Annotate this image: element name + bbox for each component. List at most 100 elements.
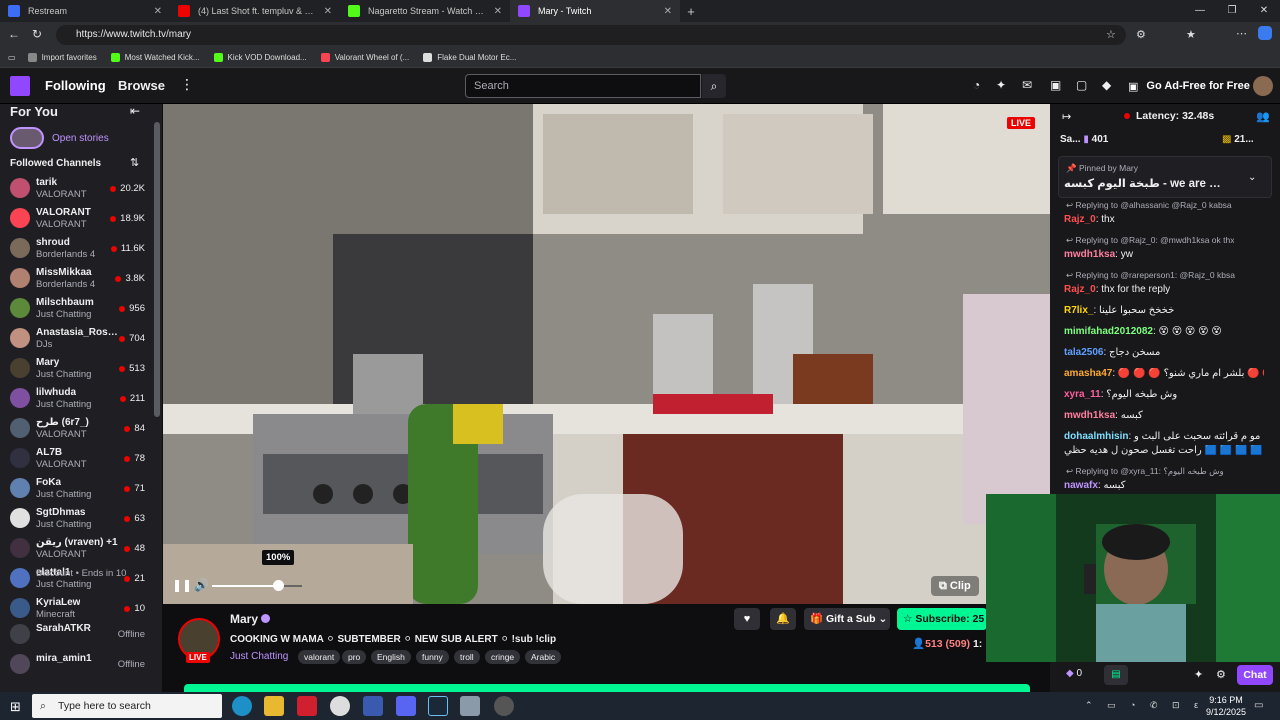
notifications-icon[interactable]: ◆ xyxy=(1102,78,1111,92)
chat-message[interactable]: dohaalmhisin: مو م قرائته سحبت على البث … xyxy=(1064,431,1260,442)
nav-browse[interactable]: Browse xyxy=(118,78,165,93)
tab-restream[interactable]: Restream ✕ xyxy=(0,0,170,22)
chat-username[interactable]: R7lix_ xyxy=(1064,305,1093,316)
chat-username[interactable]: amasha47 xyxy=(1064,368,1112,379)
bookmark-valorant-wheel[interactable]: Valorant Wheel of (... xyxy=(320,53,409,62)
app-red-icon[interactable] xyxy=(297,696,317,716)
chat-username[interactable]: Rajz_0 xyxy=(1064,214,1096,225)
sidebar-channel-item[interactable]: SgtDhmas Just Chatting 63 xyxy=(0,504,152,534)
sidebar-channel-item[interactable]: mira_amin1 Offline xyxy=(0,650,152,680)
chat-username[interactable]: mwdh1ksa xyxy=(1064,410,1115,421)
collapse-chat-icon[interactable]: ↦ xyxy=(1062,110,1071,123)
tag-troll[interactable]: troll xyxy=(454,650,480,664)
chrome-icon[interactable] xyxy=(330,696,350,716)
stream-category[interactable]: Just Chatting xyxy=(230,651,288,662)
chat-message[interactable]: tala2506: مسخن دجاج xyxy=(1064,347,1160,358)
chat-username[interactable]: mwdh1ksa xyxy=(1064,249,1115,260)
sidebar-channel-item[interactable]: ريقن (vraven) +1 VALORANT 48 xyxy=(0,534,152,564)
bits-icon[interactable]: ✦ xyxy=(996,78,1006,92)
chat-username[interactable]: mimifahad2012082 xyxy=(1064,326,1153,337)
sidebar-channel-item[interactable]: Mary Just Chatting 513 xyxy=(0,354,152,384)
bell-icon[interactable]: 🔔 xyxy=(770,608,796,630)
new-tab-button[interactable]: + xyxy=(680,0,702,22)
settings-icon[interactable] xyxy=(494,696,514,716)
extensions-icon[interactable]: ⚙ xyxy=(1136,28,1146,41)
twitch-logo-icon[interactable] xyxy=(10,76,30,96)
chat-username[interactable]: nawafx xyxy=(1064,480,1098,491)
sidebar-scrollbar[interactable] xyxy=(154,122,160,417)
favorites-icon[interactable]: ★ xyxy=(1186,28,1196,41)
bookmark-kick-vod[interactable]: Kick VOD Download... xyxy=(213,53,307,62)
tag-funny[interactable]: funny xyxy=(416,650,449,664)
chat-username[interactable]: dohaalmhisin xyxy=(1064,431,1128,442)
sidebar-channel-item[interactable]: AL7B VALORANT 78 xyxy=(0,444,152,474)
sidebar-channel-item[interactable]: Anastasia_Rose... DJs 704 xyxy=(0,324,152,354)
community-icon[interactable]: 👥 xyxy=(1256,110,1270,123)
chat-username[interactable]: Rajz_0 xyxy=(1064,284,1096,295)
bits-icon[interactable]: ✦ xyxy=(1194,668,1203,681)
edge-icon[interactable] xyxy=(232,696,252,716)
avatar[interactable] xyxy=(1253,76,1273,96)
close-window-icon[interactable]: ✕ xyxy=(1248,0,1280,22)
tab-youtube[interactable]: (4) Last Shot ft. templuv & 347aid✕ xyxy=(170,0,340,22)
reload-icon[interactable]: ↻ xyxy=(32,27,42,41)
close-icon[interactable]: ✕ xyxy=(324,6,332,17)
chat-message[interactable]: R7lix_: خخخخ سحبوا علينا xyxy=(1064,305,1174,316)
sidebar-channel-item[interactable]: tarik VALORANT 20.2K xyxy=(0,174,152,204)
minimize-icon[interactable]: — xyxy=(1184,0,1216,22)
tag-pro[interactable]: pro xyxy=(342,650,367,664)
close-icon[interactable]: ✕ xyxy=(664,6,672,17)
sidebar-channel-item[interactable]: VALORANT VALORANT 18.9K xyxy=(0,204,152,234)
bookmark-import[interactable]: Import favorites xyxy=(27,53,97,62)
close-icon[interactable]: ✕ xyxy=(154,6,162,17)
sidebar-channel-item[interactable]: lilwhuda Just Chatting 211 xyxy=(0,384,152,414)
taskbar-search-input[interactable]: ⌕ Type here to search xyxy=(32,694,222,718)
copilot-icon[interactable] xyxy=(1258,26,1272,40)
streamer-name[interactable]: Mary xyxy=(230,612,258,626)
app-gray-icon[interactable] xyxy=(460,696,480,716)
tag-english[interactable]: English xyxy=(371,650,411,664)
chat-message[interactable]: amasha47: 🔴 🔴 🔴 بلشر ام ماري شنو؟ 🔴 🔴 🔴 xyxy=(1064,368,1264,379)
windows-start-icon[interactable]: ⊞ xyxy=(10,699,21,715)
steam-icon[interactable] xyxy=(428,696,448,716)
prime-icon[interactable]: ▣ xyxy=(1050,78,1061,92)
tag-valorant[interactable]: valorant xyxy=(298,650,341,664)
tab-twitch[interactable]: Mary - Twitch ✕ xyxy=(510,0,680,22)
inbox-icon[interactable]: ✉ xyxy=(1022,78,1032,92)
sidebar-channel-item[interactable]: طرح (6r7_) VALORANT 84 xyxy=(0,414,152,444)
tag-arabic[interactable]: Arabic xyxy=(525,650,562,664)
bookmark-most-watched[interactable]: Most Watched Kick... xyxy=(110,53,200,62)
chat-send-button[interactable]: Chat xyxy=(1237,665,1273,685)
tag-cringe[interactable]: cringe xyxy=(485,650,521,664)
volume-icon[interactable]: 🔊 xyxy=(194,578,209,592)
open-stories[interactable]: Open stories xyxy=(10,126,150,150)
chat-message[interactable]: nawafx: كبسه xyxy=(1064,480,1126,491)
discord-icon[interactable] xyxy=(396,696,416,716)
chat-message[interactable]: mimifahad2012082: 😵 😵 😵 😵 😵 xyxy=(1064,326,1222,337)
menu-icon[interactable]: ⋯ xyxy=(1236,27,1247,40)
clip-button[interactable]: ⧉ Clip xyxy=(931,576,979,596)
star-icon[interactable]: ☆ xyxy=(1106,28,1116,41)
video-player[interactable] xyxy=(163,104,1050,604)
channel-points[interactable]: ◆ 0 xyxy=(1066,668,1082,679)
tab-kick[interactable]: Nagaretto Stream - Watch Live on✕ xyxy=(340,0,510,22)
taskbar-clock[interactable]: 9:16 PM 9/12/2025 xyxy=(1206,694,1246,718)
sort-icon[interactable]: ⇅ xyxy=(130,156,139,169)
search-icon[interactable]: ⌕ xyxy=(702,74,726,98)
chat-username[interactable]: tala2506 xyxy=(1064,347,1103,358)
chat-points-button[interactable]: ▤ xyxy=(1104,665,1128,685)
file-explorer-icon[interactable] xyxy=(264,696,284,716)
turbo-icon[interactable]: ◔ xyxy=(973,78,980,92)
ad-free-button[interactable]: ▣ Go Ad-Free for Free xyxy=(1128,76,1250,96)
chat-message[interactable]: Rajz_0: thx for the reply xyxy=(1064,284,1170,295)
follow-heart-icon[interactable]: ♥ xyxy=(734,608,760,630)
bookmarks-folder-icon[interactable]: ▭ xyxy=(8,53,16,62)
volume-slider-handle[interactable] xyxy=(273,580,284,591)
chat-message[interactable]: xyra_11: وش طبخه اليوم؟ xyxy=(1064,389,1177,400)
chevron-down-icon[interactable]: ⌄ xyxy=(1248,172,1256,183)
chat-message[interactable]: Rajz_0: thx xyxy=(1064,214,1115,225)
nav-following[interactable]: Following xyxy=(45,78,106,93)
maximize-icon[interactable]: ❐ xyxy=(1216,0,1248,22)
sidebar-channel-item[interactable]: shroud Borderlands 4 11.6K xyxy=(0,234,152,264)
collapse-sidebar-icon[interactable]: ⇤ xyxy=(130,104,140,118)
